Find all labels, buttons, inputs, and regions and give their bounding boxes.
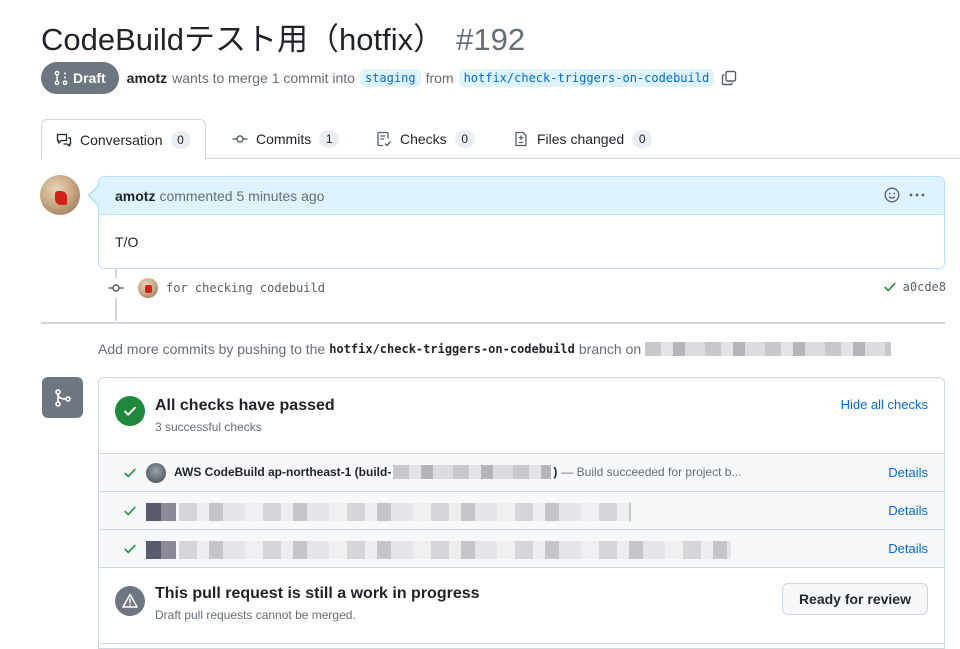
- wip-title: This pull request is still a work in pro…: [155, 585, 480, 602]
- redacted-check-text: [179, 503, 631, 521]
- wip-subtitle: Draft pull requests cannot be merged.: [155, 608, 356, 622]
- check-row: Details: [99, 530, 944, 568]
- check-name-tail: ): [553, 465, 558, 479]
- pr-title-text: CodeBuildテスト用（hotfix）: [41, 22, 445, 57]
- from-text: from: [425, 70, 454, 86]
- git-commit-icon: [232, 135, 248, 143]
- kebab-horizontal-icon[interactable]: [908, 187, 926, 203]
- ready-for-review-button[interactable]: Ready for review: [781, 583, 928, 615]
- hint-prefix: Add more commits by pushing to the: [98, 341, 326, 357]
- check-name: AWS CodeBuild ap-northeast-1 (build-: [174, 465, 392, 479]
- check-icon: [124, 544, 136, 554]
- codebuild-avatar: [146, 463, 166, 483]
- base-branch[interactable]: staging: [359, 69, 421, 87]
- comment-discussion-icon: [56, 133, 72, 147]
- avatar[interactable]: [40, 175, 80, 215]
- comment-actions: [884, 187, 926, 203]
- check-icon: [124, 506, 136, 516]
- tab-conversation-label: Conversation: [80, 131, 163, 148]
- checklist-icon: [377, 131, 392, 147]
- draft-label: Draft: [73, 70, 106, 86]
- redacted-check-text: [179, 541, 731, 559]
- tab-commits-label: Commits: [256, 131, 312, 147]
- check-icon[interactable]: [883, 280, 897, 294]
- smiley-icon[interactable]: [884, 187, 900, 203]
- tab-checks[interactable]: Checks 0: [376, 119, 475, 159]
- check-description: AWS CodeBuild ap-northeast-1 (build- ) —…: [174, 465, 741, 479]
- git-merge-icon: [54, 388, 71, 407]
- commit-sha-group: a0cde8: [883, 280, 946, 294]
- tab-conversation[interactable]: Conversation 0: [41, 119, 206, 160]
- file-diff-icon: [515, 131, 527, 147]
- check-icon: [124, 468, 136, 478]
- git-commit-icon: [106, 278, 126, 298]
- redacted-build-id: [393, 465, 552, 479]
- checks-subtitle: 3 successful checks: [155, 420, 262, 434]
- check-status-text: — Build succeeded for project b...: [561, 465, 742, 479]
- push-hint: Add more commits by pushing to the hotfi…: [98, 341, 892, 357]
- commit-author-avatar[interactable]: [138, 278, 158, 298]
- alert-icon: [115, 586, 145, 616]
- checks-title: All checks have passed: [155, 397, 335, 414]
- pr-number: #192: [456, 22, 526, 57]
- check-details-link[interactable]: Details: [888, 503, 928, 518]
- pr-author-link[interactable]: amotz: [127, 70, 167, 86]
- commit-message[interactable]: for checking codebuild: [166, 281, 325, 295]
- tab-checks-label: Checks: [400, 131, 447, 147]
- timeline-separator: [41, 322, 945, 324]
- comment-meta[interactable]: commented 5 minutes ago: [159, 188, 324, 204]
- tab-conversation-count: 0: [170, 130, 191, 149]
- redacted-repo-name: [645, 342, 892, 356]
- merge-status-badge: [42, 377, 83, 418]
- copy-icon[interactable]: [721, 70, 737, 86]
- check-details-link[interactable]: Details: [888, 465, 928, 480]
- redacted-check-avatar: [146, 503, 176, 521]
- pr-meta: Draft amotz wants to merge 1 commit into…: [41, 62, 737, 94]
- tab-files-changed-count: 0: [632, 130, 653, 148]
- hint-branch: hotfix/check-triggers-on-codebuild: [329, 342, 575, 356]
- tab-commits-count: 1: [319, 130, 340, 148]
- comment-body: T/O: [115, 234, 139, 250]
- tab-commits[interactable]: Commits 1: [232, 119, 340, 159]
- checks-passed-icon: [115, 396, 145, 426]
- tab-files-changed-label: Files changed: [537, 131, 625, 147]
- checks-summary: All checks have passed 3 successful chec…: [99, 378, 944, 454]
- head-branch[interactable]: hotfix/check-triggers-on-codebuild: [458, 69, 715, 87]
- git-pull-request-draft-icon: [54, 70, 68, 86]
- pr-title: CodeBuildテスト用（hotfix） #192: [41, 14, 525, 59]
- hint-suffix: branch on: [578, 341, 642, 357]
- comment-header: amotz commented 5 minutes ago: [99, 177, 944, 215]
- hide-all-checks-link[interactable]: Hide all checks: [841, 397, 928, 412]
- merge-description: amotz wants to merge 1 commit into stagi…: [127, 69, 738, 87]
- redacted-check-avatar: [146, 541, 176, 559]
- merge-text: wants to merge 1 commit into: [172, 70, 355, 86]
- tab-files-changed[interactable]: Files changed 0: [513, 119, 653, 159]
- check-row: Details: [99, 492, 944, 530]
- check-row: AWS CodeBuild ap-northeast-1 (build- ) —…: [99, 454, 944, 492]
- check-details-link[interactable]: Details: [888, 541, 928, 556]
- tab-checks-count: 0: [454, 130, 475, 148]
- comment-box: amotz commented 5 minutes ago T/O: [98, 176, 945, 269]
- draft-badge: Draft: [41, 62, 119, 94]
- comment-author[interactable]: amotz: [115, 188, 155, 204]
- commit-row: for checking codebuild a0cde8: [106, 277, 946, 299]
- pr-tabs: Conversation 0 Commits 1 Checks 0 Files …: [41, 119, 960, 160]
- commit-sha[interactable]: a0cde8: [903, 280, 946, 294]
- merge-box: All checks have passed 3 successful chec…: [98, 377, 945, 649]
- wip-notice: This pull request is still a work in pro…: [99, 568, 944, 644]
